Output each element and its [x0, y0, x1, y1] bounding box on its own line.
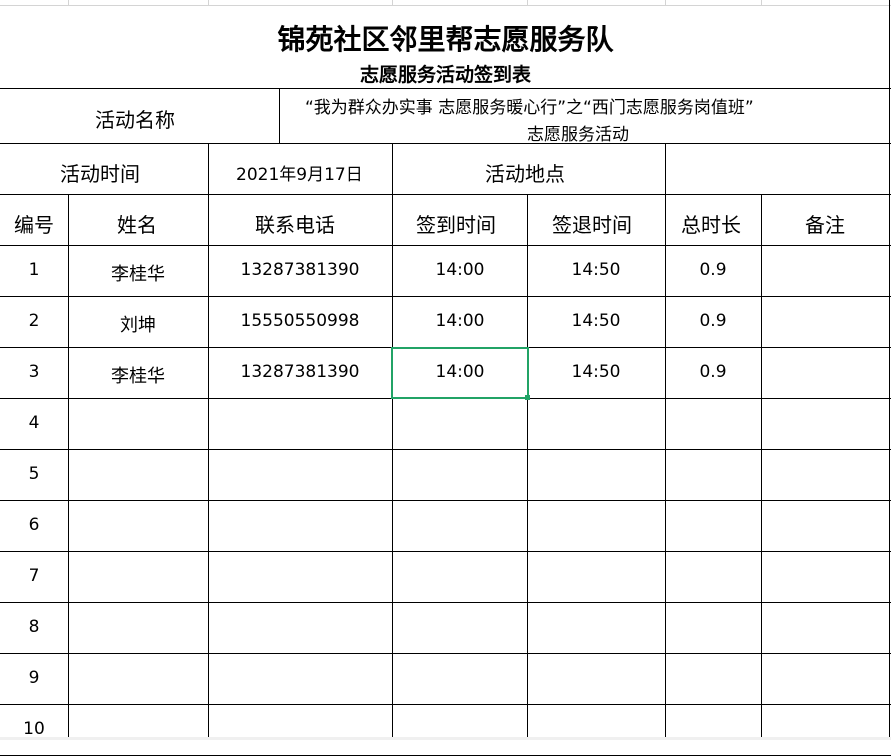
table-border	[665, 194, 666, 740]
table-cell-no[interactable]: 3	[29, 362, 40, 382]
row-border	[0, 602, 891, 603]
header-note: 备注	[805, 213, 845, 237]
table-cell-out[interactable]: 14:50	[572, 260, 621, 280]
table-cell-no[interactable]: 2	[29, 311, 40, 331]
table-cell-name[interactable]: 李桂华	[111, 260, 165, 286]
activity-name-value-line1: “我为群众办实事 志愿服务暖心行”之“西门志愿服务岗值班”	[305, 98, 754, 118]
table-border	[208, 245, 209, 740]
row-border	[0, 704, 891, 705]
table-cell-phone[interactable]: 15550550998	[241, 311, 360, 331]
table-cell-no[interactable]: 9	[29, 668, 40, 688]
table-border	[527, 194, 528, 740]
header-checkout: 签退时间	[552, 213, 632, 237]
table-border	[0, 88, 891, 89]
header-no: 编号	[14, 213, 54, 237]
table-border	[0, 194, 891, 195]
gridline-h	[0, 5, 891, 6]
table-cell-hours[interactable]: 0.9	[699, 311, 726, 331]
table-border	[889, 0, 890, 740]
table-cell-out[interactable]: 14:50	[572, 311, 621, 331]
row-border	[0, 500, 891, 501]
table-cell-name[interactable]: 刘坤	[120, 311, 156, 337]
table-cell-hours[interactable]: 0.9	[699, 260, 726, 280]
activity-time-label: 活动时间	[60, 162, 140, 186]
sheet-title: 锦苑社区邻里帮志愿服务队	[277, 23, 614, 56]
table-border	[68, 194, 69, 740]
row-border	[0, 653, 891, 654]
table-cell-phone[interactable]: 13287381390	[241, 260, 360, 280]
table-cell-no[interactable]: 7	[29, 566, 40, 586]
table-cell-no[interactable]: 8	[29, 617, 40, 637]
table-cell-in[interactable]: 14:00	[436, 260, 485, 280]
table-border	[279, 88, 280, 144]
header-phone: 联系电话	[255, 213, 335, 237]
activity-name-value-line2: 志愿服务活动	[527, 125, 629, 145]
active-cell-selection[interactable]	[391, 347, 529, 399]
table-border	[392, 194, 393, 740]
activity-name-label: 活动名称	[95, 108, 175, 132]
header-name: 姓名	[117, 213, 157, 237]
row-border	[0, 449, 891, 450]
table-cell-phone[interactable]: 13287381390	[241, 362, 360, 382]
table-cell-no[interactable]: 10	[23, 719, 45, 739]
table-border	[0, 245, 891, 246]
table-cell-no[interactable]: 4	[29, 413, 40, 433]
activity-time-value: 2021年9月17日	[236, 165, 363, 185]
activity-place-label: 活动地点	[485, 162, 565, 186]
table-cell-in[interactable]: 14:00	[436, 311, 485, 331]
table-cell-out[interactable]: 14:50	[572, 362, 621, 382]
table-cell-name[interactable]: 李桂华	[111, 362, 165, 388]
table-cell-no[interactable]: 5	[29, 464, 40, 484]
table-cell-hours[interactable]: 0.9	[699, 362, 726, 382]
table-border	[208, 194, 209, 245]
header-total: 总时长	[681, 213, 741, 237]
fill-handle[interactable]	[525, 395, 530, 400]
table-cell-no[interactable]: 6	[29, 515, 40, 535]
table-cell-no[interactable]: 1	[29, 260, 40, 280]
table-border	[0, 143, 891, 144]
row-border	[0, 551, 891, 552]
header-checkin: 签到时间	[416, 213, 496, 237]
table-border	[761, 194, 762, 740]
row-border	[0, 296, 891, 297]
sheet-subtitle: 志愿服务活动签到表	[359, 64, 531, 86]
